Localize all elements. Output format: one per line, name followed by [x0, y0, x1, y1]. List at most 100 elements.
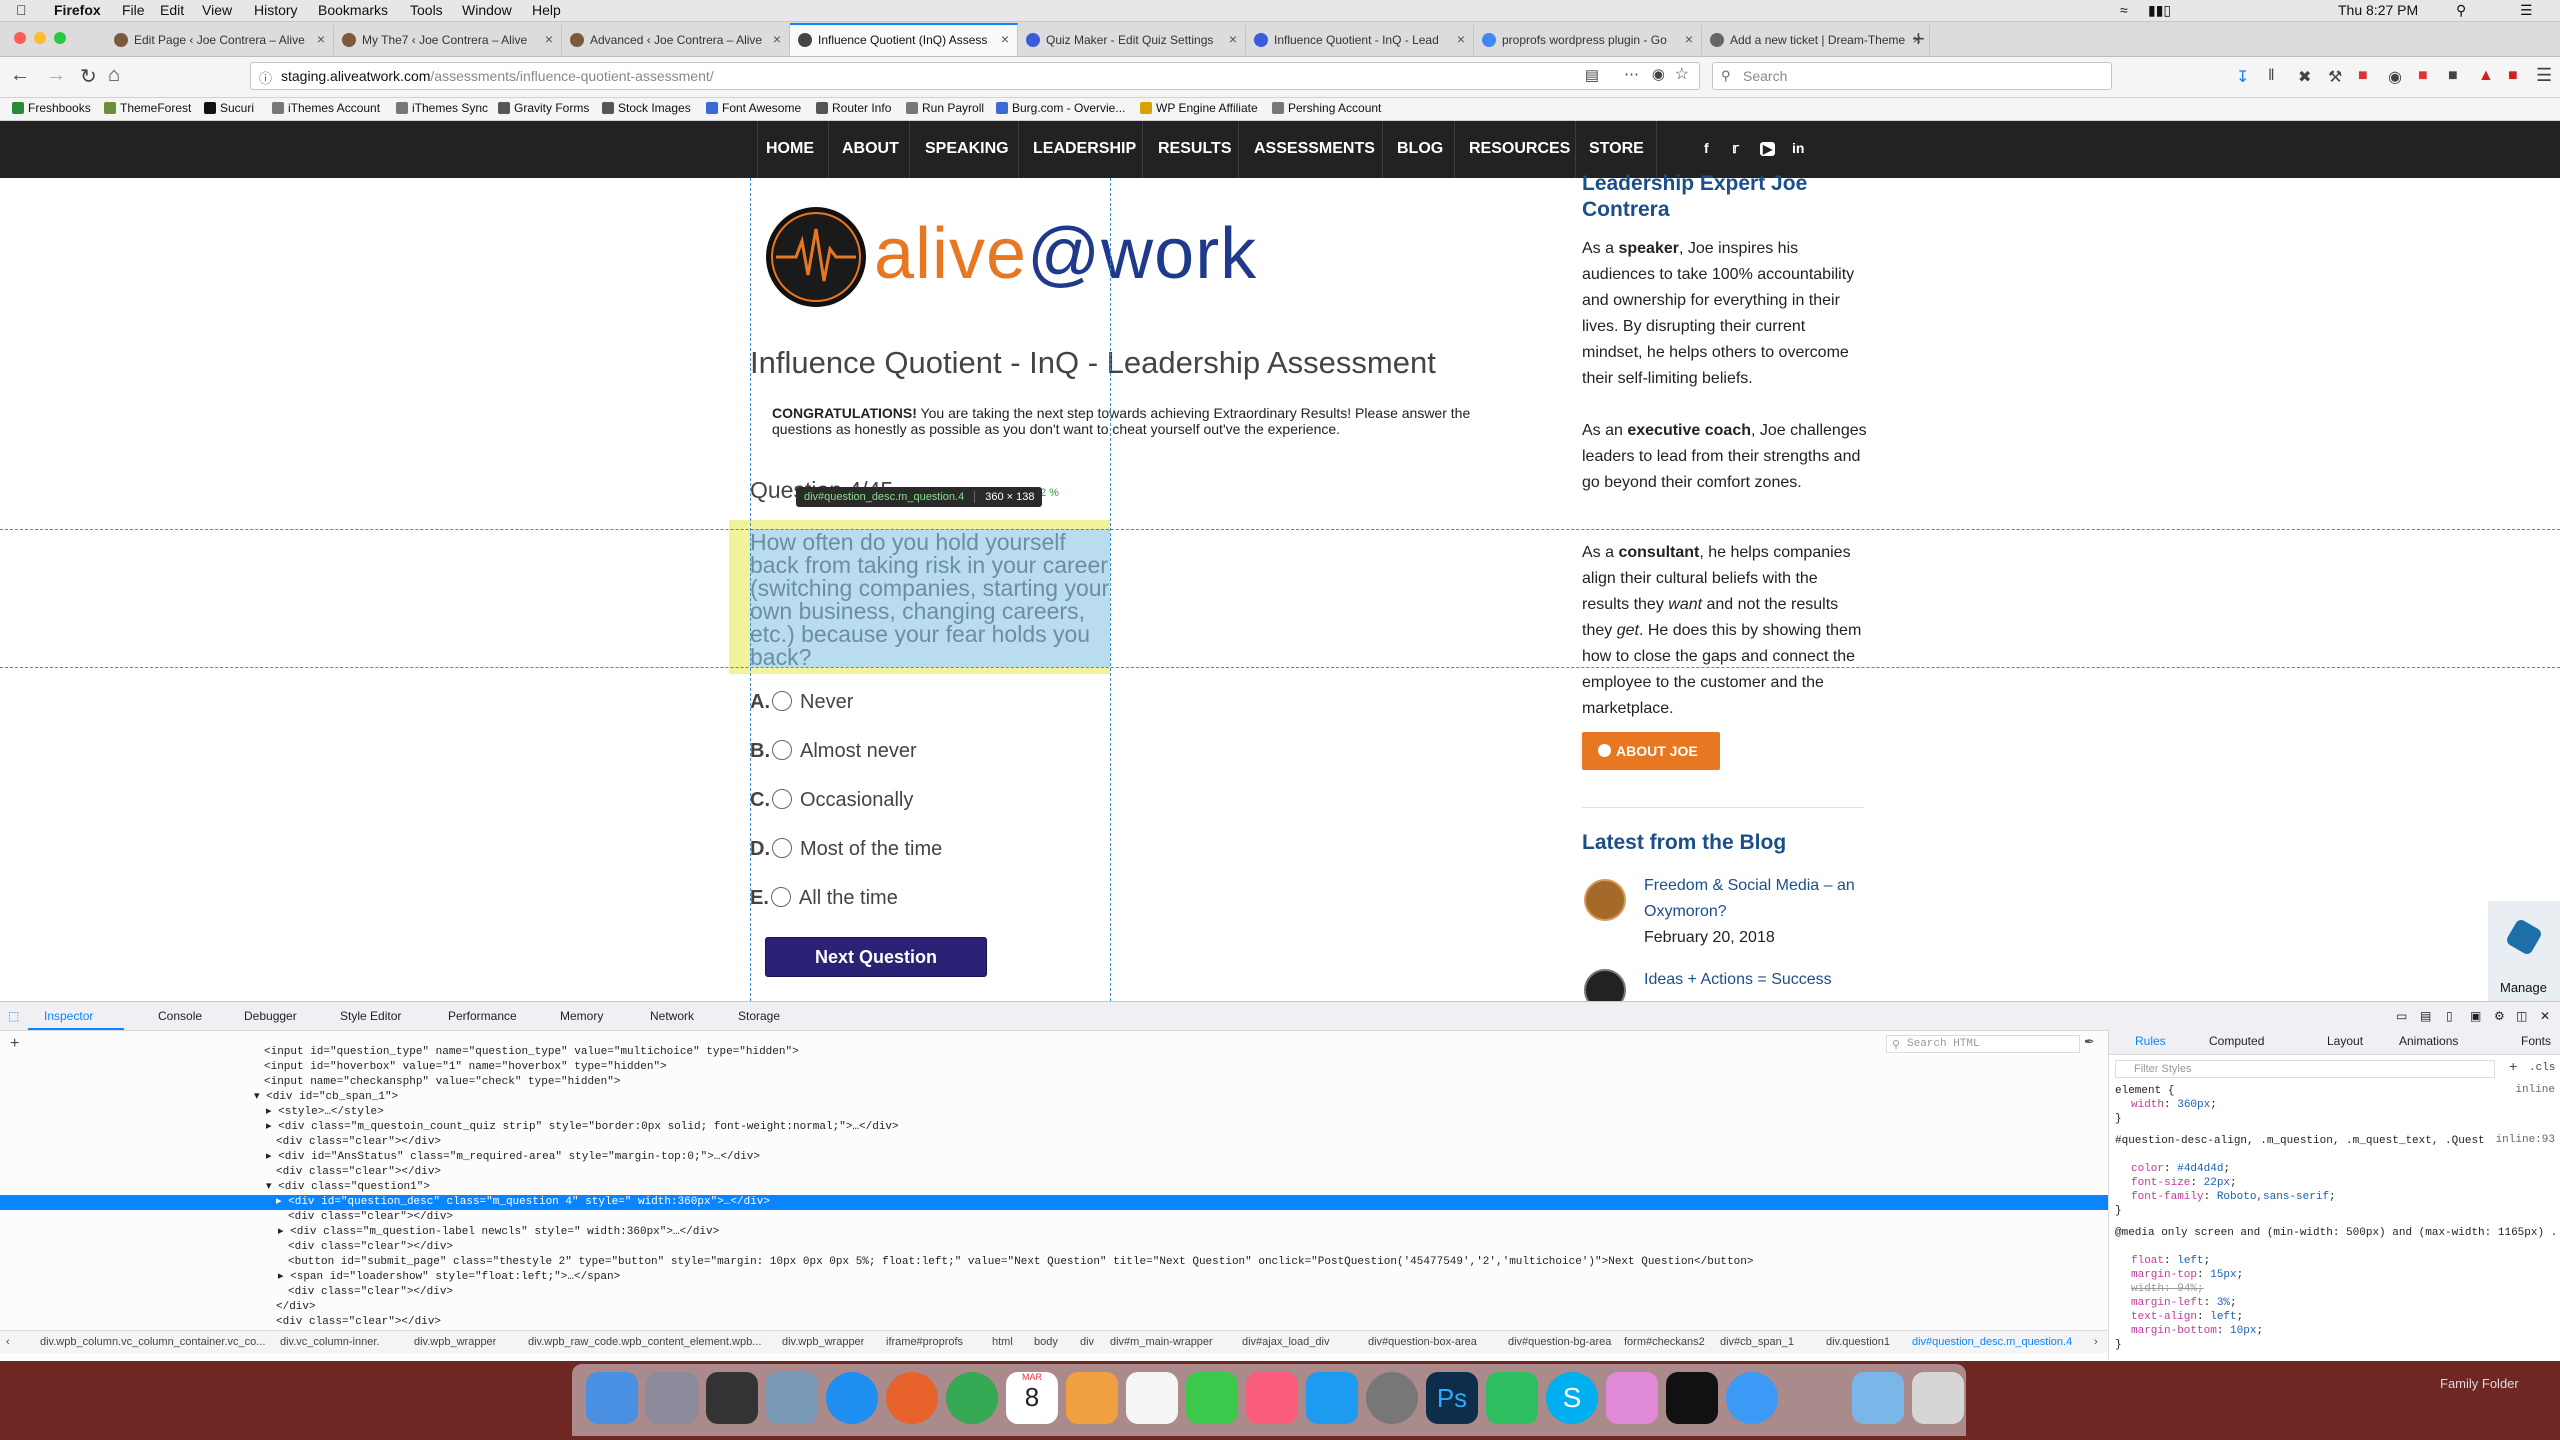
close-devtools-icon[interactable]: ✕ [2540, 1009, 2550, 1023]
menu-tools[interactable]: Tools [410, 2, 443, 18]
menu-file[interactable]: File [122, 2, 145, 18]
bookmark-item[interactable]: Freshbooks [12, 101, 91, 115]
extension-icon[interactable]: ◉ [2388, 67, 2402, 87]
class-toggle-button[interactable]: .cls [2529, 1062, 2555, 1074]
firefox-icon[interactable] [886, 1372, 938, 1424]
markup-line[interactable]: <button id="submit_page" class="thestyle… [288, 1255, 1753, 1270]
breadcrumb-item[interactable]: div#ajax_load_div [1242, 1336, 1329, 1348]
youtube-icon[interactable]: ▶ [1760, 142, 1776, 156]
activity-monitor-icon[interactable] [1666, 1372, 1718, 1424]
photos-icon[interactable] [1126, 1372, 1178, 1424]
app-icon[interactable] [766, 1372, 818, 1424]
menu-history[interactable]: History [254, 2, 298, 18]
facetime-icon[interactable] [1186, 1372, 1238, 1424]
browser-tab[interactable]: Advanced ‹ Joe Contrera – Alive × [562, 25, 790, 55]
page-actions-icon[interactable]: ⋯ [1624, 65, 1639, 83]
safari-icon[interactable] [826, 1372, 878, 1424]
rule-declaration[interactable]: margin-bottom: 10px; [2131, 1324, 2263, 1338]
markup-line[interactable]: <input id="hoverbox" value="1" name="hov… [264, 1060, 667, 1075]
extension-icon[interactable]: ■ [2508, 67, 2518, 85]
markup-line[interactable]: ▸ <style>…</style> [266, 1105, 384, 1120]
markup-line[interactable]: <div class="clear"></div> [276, 1165, 441, 1180]
bookmark-item[interactable]: Gravity Forms [498, 101, 589, 115]
browser-tab[interactable]: Influence Quotient - InQ - Lead × [1246, 25, 1474, 55]
tab-inspector[interactable]: Inspector [44, 1009, 93, 1023]
breadcrumb-item[interactable]: div.wpb_wrapper [414, 1336, 496, 1348]
answer-option-b[interactable]: B. Almost never [750, 740, 917, 763]
bookmark-item[interactable]: Font Awesome [706, 101, 801, 115]
add-rule-icon[interactable]: + [2509, 1060, 2517, 1076]
markup-line[interactable]: ▸ <div class="m_question-label newcls" s… [278, 1225, 719, 1240]
rule-declaration-overridden[interactable]: width: 94%; [2131, 1282, 2204, 1296]
tab-close-icon[interactable]: × [773, 31, 781, 47]
breadcrumb-item[interactable]: div#m_main-wrapper [1110, 1336, 1213, 1348]
markup-line[interactable]: ▸ <span id="loadershow" style="float:lef… [278, 1270, 620, 1285]
tab-close-icon[interactable]: × [1229, 31, 1237, 47]
system-preferences-icon[interactable] [1366, 1372, 1418, 1424]
home-icon[interactable]: ⌂ [108, 64, 120, 87]
browser-tab[interactable]: Quiz Maker - Edit Quiz Settings × [1018, 25, 1246, 55]
answer-option-a[interactable]: A. Never [750, 691, 853, 714]
wifi-icon[interactable]: ≈ [2120, 2, 2128, 18]
markup-line-selected[interactable]: ▸ <div id="question_desc" class="m_quest… [0, 1195, 2108, 1210]
minimize-window-icon[interactable] [34, 32, 46, 44]
menu-help[interactable]: Help [532, 2, 561, 18]
breadcrumb-item-active[interactable]: div#question_desc.m_question.4 [1912, 1336, 2072, 1348]
chrome-icon[interactable] [946, 1372, 998, 1424]
launchpad-icon[interactable] [646, 1372, 698, 1424]
breadcrumb-item[interactable]: div.question1 [1826, 1336, 1890, 1348]
breadcrumb-item[interactable]: iframe#proprofs [886, 1336, 963, 1348]
downloads-folder-icon[interactable] [1852, 1372, 1904, 1424]
extension-icon[interactable]: ▲ [2478, 67, 2494, 85]
blog-post-thumbnail[interactable] [1584, 969, 1626, 1001]
tab-rules[interactable]: Rules [2135, 1034, 2166, 1048]
bookmark-item[interactable]: Router Info [816, 101, 891, 115]
add-node-icon[interactable]: + [10, 1035, 19, 1053]
site-logo-text[interactable]: alive@work [874, 213, 1257, 295]
bookmark-star-icon[interactable]: ☆ [1675, 64, 1689, 84]
breadcrumb-item[interactable]: div#question-bg-area [1508, 1336, 1611, 1348]
nav-resources[interactable]: RESOURCES [1469, 140, 1570, 158]
breadcrumb-item[interactable]: div [1080, 1336, 1094, 1348]
tab-storage[interactable]: Storage [738, 1009, 780, 1023]
back-icon[interactable]: ← [10, 64, 30, 87]
markup-line[interactable]: <div class="clear"></div> [288, 1285, 453, 1300]
ibooks-icon[interactable] [1066, 1372, 1118, 1424]
messages-icon[interactable] [1726, 1372, 1778, 1424]
breadcrumb-item[interactable]: form#checkans2 [1624, 1336, 1705, 1348]
bookmark-item[interactable]: WP Engine Affiliate [1140, 101, 1258, 115]
tab-debugger[interactable]: Debugger [244, 1009, 297, 1023]
extension-icon[interactable]: ■ [2358, 67, 2368, 85]
itunes-icon[interactable] [1246, 1372, 1298, 1424]
breadcrumb-scroll-right-icon[interactable]: › [2094, 1336, 2098, 1348]
blog-post-link[interactable]: Ideas + Actions = Success [1644, 967, 1874, 993]
tab-computed[interactable]: Computed [2209, 1034, 2264, 1048]
linkedin-icon[interactable]: in [1792, 140, 1804, 156]
extension-icon[interactable]: ✖ [2298, 67, 2311, 87]
tab-animations[interactable]: Animations [2399, 1034, 2458, 1048]
rule-source[interactable]: inline:93 [2496, 1134, 2555, 1146]
app-icon[interactable] [1606, 1372, 1658, 1424]
nav-results[interactable]: RESULTS [1158, 140, 1231, 158]
markup-line[interactable]: <input id="question_type" name="question… [264, 1045, 799, 1060]
answer-option-e[interactable]: E. All the time [750, 887, 898, 910]
skype-icon[interactable]: S [1546, 1372, 1598, 1424]
bookmark-item[interactable]: iThemes Account [272, 101, 380, 115]
rule-declaration[interactable]: width: 360px; [2131, 1098, 2217, 1112]
rule-declaration[interactable]: margin-left: 3%; [2131, 1296, 2237, 1310]
rule-declaration[interactable]: font-family: Roboto,sans-serif; [2131, 1190, 2336, 1204]
tab-fonts[interactable]: Fonts [2521, 1034, 2551, 1048]
tab-close-icon[interactable]: × [545, 31, 553, 47]
rule-declaration[interactable]: font-size: 22px; [2131, 1176, 2237, 1190]
tab-close-icon[interactable]: × [1457, 31, 1465, 47]
desktop-folder-label[interactable]: Family Folder [2440, 1376, 2519, 1391]
markup-line[interactable]: ▸ <div class="m_questoin_count_quiz stri… [266, 1120, 899, 1135]
breadcrumb-scroll-left-icon[interactable]: ‹ [6, 1336, 10, 1348]
extension-icon[interactable]: ■ [2448, 67, 2458, 85]
notification-center-icon[interactable]: ☰ [2520, 2, 2533, 19]
markup-line[interactable]: <div class="clear"></div> [288, 1210, 453, 1225]
search-html-input[interactable]: ⚲ Search HTML [1886, 1035, 2080, 1053]
rule-declaration[interactable]: text-align: left; [2131, 1310, 2243, 1324]
breadcrumb-item[interactable]: div.wpb_raw_code.wpb_content_element.wpb… [528, 1336, 761, 1348]
bookmark-item[interactable]: Pershing Account [1272, 101, 1381, 115]
